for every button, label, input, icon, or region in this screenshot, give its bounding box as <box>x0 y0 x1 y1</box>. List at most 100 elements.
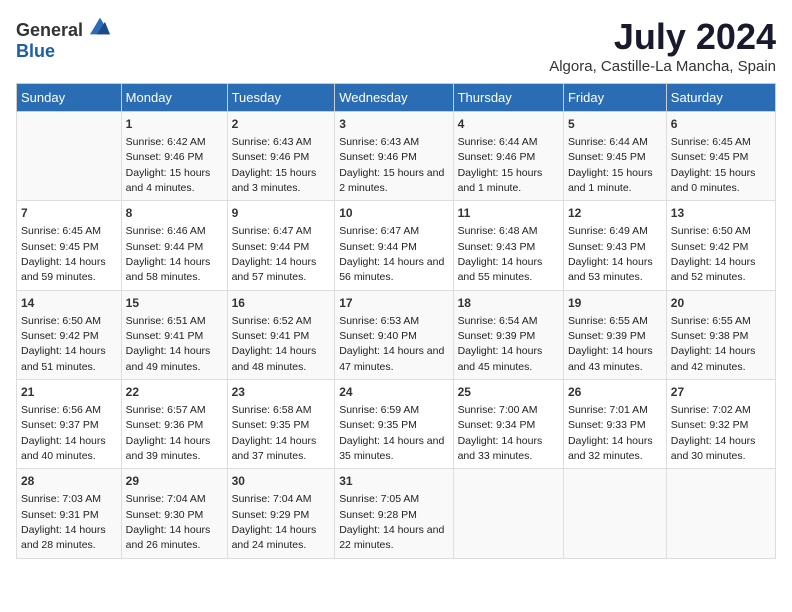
calendar-week-row: 28 Sunrise: 7:03 AM Sunset: 9:31 PM Dayl… <box>17 469 776 558</box>
calendar-week-row: 21 Sunrise: 6:56 AM Sunset: 9:37 PM Dayl… <box>17 380 776 469</box>
date-number: 10 <box>339 205 448 222</box>
calendar-cell <box>666 469 775 558</box>
sunrise-info: Sunrise: 6:42 AM <box>126 136 206 148</box>
sunrise-info: Sunrise: 7:05 AM <box>339 493 419 505</box>
calendar-cell: 28 Sunrise: 7:03 AM Sunset: 9:31 PM Dayl… <box>17 469 122 558</box>
date-number: 11 <box>458 205 559 222</box>
sunset-info: Sunset: 9:37 PM <box>21 419 99 431</box>
sunset-info: Sunset: 9:34 PM <box>458 419 536 431</box>
daylight-info: Daylight: 14 hours and 45 minutes. <box>458 345 543 372</box>
sunset-info: Sunset: 9:39 PM <box>568 330 646 342</box>
day-header: Friday <box>563 84 666 112</box>
date-number: 28 <box>21 473 117 490</box>
date-number: 5 <box>568 116 662 133</box>
daylight-info: Daylight: 14 hours and 42 minutes. <box>671 345 756 372</box>
calendar-cell: 14 Sunrise: 6:50 AM Sunset: 9:42 PM Dayl… <box>17 290 122 379</box>
calendar-cell: 31 Sunrise: 7:05 AM Sunset: 9:28 PM Dayl… <box>335 469 453 558</box>
sunset-info: Sunset: 9:41 PM <box>126 330 204 342</box>
calendar-cell: 10 Sunrise: 6:47 AM Sunset: 9:44 PM Dayl… <box>335 201 453 290</box>
sunrise-info: Sunrise: 7:02 AM <box>671 404 751 416</box>
daylight-info: Daylight: 14 hours and 43 minutes. <box>568 345 653 372</box>
date-number: 13 <box>671 205 771 222</box>
date-number: 1 <box>126 116 223 133</box>
logo: General Blue <box>16 16 110 62</box>
main-title: July 2024 <box>549 16 776 58</box>
sunset-info: Sunset: 9:43 PM <box>458 241 536 253</box>
calendar-cell: 21 Sunrise: 6:56 AM Sunset: 9:37 PM Dayl… <box>17 380 122 469</box>
daylight-info: Daylight: 14 hours and 32 minutes. <box>568 435 653 462</box>
calendar-week-row: 14 Sunrise: 6:50 AM Sunset: 9:42 PM Dayl… <box>17 290 776 379</box>
day-header: Wednesday <box>335 84 453 112</box>
sunset-info: Sunset: 9:28 PM <box>339 509 417 521</box>
sunrise-info: Sunrise: 6:47 AM <box>339 225 419 237</box>
daylight-info: Daylight: 15 hours and 3 minutes. <box>232 167 317 194</box>
daylight-info: Daylight: 14 hours and 52 minutes. <box>671 256 756 283</box>
calendar-week-row: 7 Sunrise: 6:45 AM Sunset: 9:45 PM Dayli… <box>17 201 776 290</box>
daylight-info: Daylight: 14 hours and 37 minutes. <box>232 435 317 462</box>
sunset-info: Sunset: 9:31 PM <box>21 509 99 521</box>
calendar-cell: 26 Sunrise: 7:01 AM Sunset: 9:33 PM Dayl… <box>563 380 666 469</box>
calendar-cell: 30 Sunrise: 7:04 AM Sunset: 9:29 PM Dayl… <box>227 469 335 558</box>
calendar-cell: 18 Sunrise: 6:54 AM Sunset: 9:39 PM Dayl… <box>453 290 563 379</box>
sunset-info: Sunset: 9:32 PM <box>671 419 749 431</box>
sunrise-info: Sunrise: 6:49 AM <box>568 225 648 237</box>
calendar-cell: 6 Sunrise: 6:45 AM Sunset: 9:45 PM Dayli… <box>666 112 775 201</box>
sunset-info: Sunset: 9:36 PM <box>126 419 204 431</box>
date-number: 29 <box>126 473 223 490</box>
sunset-info: Sunset: 9:41 PM <box>232 330 310 342</box>
date-number: 7 <box>21 205 117 222</box>
calendar-cell: 12 Sunrise: 6:49 AM Sunset: 9:43 PM Dayl… <box>563 201 666 290</box>
daylight-info: Daylight: 14 hours and 59 minutes. <box>21 256 106 283</box>
date-number: 12 <box>568 205 662 222</box>
sunset-info: Sunset: 9:30 PM <box>126 509 204 521</box>
sunset-info: Sunset: 9:39 PM <box>458 330 536 342</box>
daylight-info: Daylight: 15 hours and 1 minute. <box>568 167 653 194</box>
daylight-info: Daylight: 15 hours and 1 minute. <box>458 167 543 194</box>
calendar-cell: 7 Sunrise: 6:45 AM Sunset: 9:45 PM Dayli… <box>17 201 122 290</box>
daylight-info: Daylight: 15 hours and 0 minutes. <box>671 167 756 194</box>
daylight-info: Daylight: 15 hours and 4 minutes. <box>126 167 211 194</box>
date-number: 25 <box>458 384 559 401</box>
sunrise-info: Sunrise: 7:03 AM <box>21 493 101 505</box>
daylight-info: Daylight: 14 hours and 47 minutes. <box>339 345 444 372</box>
sunrise-info: Sunrise: 6:59 AM <box>339 404 419 416</box>
date-number: 9 <box>232 205 331 222</box>
sunset-info: Sunset: 9:45 PM <box>671 151 749 163</box>
sunset-info: Sunset: 9:44 PM <box>232 241 310 253</box>
sunset-info: Sunset: 9:46 PM <box>126 151 204 163</box>
date-number: 16 <box>232 295 331 312</box>
sunrise-info: Sunrise: 6:48 AM <box>458 225 538 237</box>
sunset-info: Sunset: 9:35 PM <box>339 419 417 431</box>
date-number: 26 <box>568 384 662 401</box>
sunset-info: Sunset: 9:43 PM <box>568 241 646 253</box>
sunrise-info: Sunrise: 6:45 AM <box>21 225 101 237</box>
sunrise-info: Sunrise: 6:57 AM <box>126 404 206 416</box>
calendar-cell: 24 Sunrise: 6:59 AM Sunset: 9:35 PM Dayl… <box>335 380 453 469</box>
sunrise-info: Sunrise: 6:56 AM <box>21 404 101 416</box>
calendar-cell: 13 Sunrise: 6:50 AM Sunset: 9:42 PM Dayl… <box>666 201 775 290</box>
calendar-cell: 23 Sunrise: 6:58 AM Sunset: 9:35 PM Dayl… <box>227 380 335 469</box>
sunset-info: Sunset: 9:46 PM <box>458 151 536 163</box>
sunset-info: Sunset: 9:38 PM <box>671 330 749 342</box>
sunset-info: Sunset: 9:46 PM <box>339 151 417 163</box>
daylight-info: Daylight: 14 hours and 55 minutes. <box>458 256 543 283</box>
calendar-cell: 4 Sunrise: 6:44 AM Sunset: 9:46 PM Dayli… <box>453 112 563 201</box>
date-number: 23 <box>232 384 331 401</box>
date-number: 17 <box>339 295 448 312</box>
subtitle: Algora, Castille-La Mancha, Spain <box>549 58 776 75</box>
date-number: 24 <box>339 384 448 401</box>
calendar-cell: 19 Sunrise: 6:55 AM Sunset: 9:39 PM Dayl… <box>563 290 666 379</box>
sunset-info: Sunset: 9:45 PM <box>21 241 99 253</box>
calendar-cell: 8 Sunrise: 6:46 AM Sunset: 9:44 PM Dayli… <box>121 201 227 290</box>
logo-text: General Blue <box>16 16 110 62</box>
day-header: Thursday <box>453 84 563 112</box>
header-row: SundayMondayTuesdayWednesdayThursdayFrid… <box>17 84 776 112</box>
calendar-cell: 15 Sunrise: 6:51 AM Sunset: 9:41 PM Dayl… <box>121 290 227 379</box>
calendar-cell: 3 Sunrise: 6:43 AM Sunset: 9:46 PM Dayli… <box>335 112 453 201</box>
calendar-week-row: 1 Sunrise: 6:42 AM Sunset: 9:46 PM Dayli… <box>17 112 776 201</box>
calendar-cell: 17 Sunrise: 6:53 AM Sunset: 9:40 PM Dayl… <box>335 290 453 379</box>
sunrise-info: Sunrise: 6:44 AM <box>458 136 538 148</box>
daylight-info: Daylight: 15 hours and 2 minutes. <box>339 167 444 194</box>
sunset-info: Sunset: 9:44 PM <box>126 241 204 253</box>
date-number: 6 <box>671 116 771 133</box>
